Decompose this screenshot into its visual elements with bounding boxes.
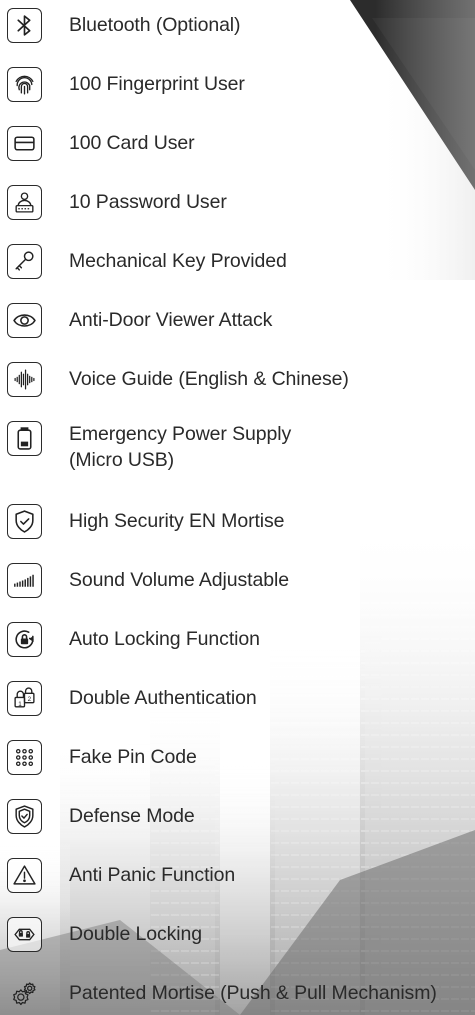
feature-label: High Security EN Mortise	[69, 510, 285, 533]
feature-label: Anti-Door Viewer Attack	[69, 309, 273, 332]
feature-label: Fake Pin Code	[69, 746, 197, 769]
feature-label: Emergency Power Supply (Micro USB)	[69, 421, 291, 474]
feature-label: Voice Guide (English & Chinese)	[69, 368, 349, 391]
battery-icon	[7, 421, 42, 456]
feature-password: 10 Password User	[7, 185, 227, 220]
feature-volume: Sound Volume Adjustable	[7, 563, 289, 598]
feature-fingerprint: 100 Fingerprint User	[7, 67, 245, 102]
feature-double-auth: 1 2 Double Authentication	[7, 681, 257, 716]
volume-bars-icon	[7, 563, 42, 598]
bluetooth-icon	[7, 8, 42, 43]
auto-lock-icon	[7, 622, 42, 657]
keypad-icon	[7, 740, 42, 775]
password-user-icon	[7, 185, 42, 220]
feature-voice-guide: Voice Guide (English & Chinese)	[7, 362, 349, 397]
feature-label: Anti Panic Function	[69, 864, 236, 887]
feature-anti-viewer: Anti-Door Viewer Attack	[7, 303, 272, 338]
feature-defense-mode: Defense Mode	[7, 799, 195, 834]
feature-label-line2: (Micro USB)	[69, 449, 175, 472]
feature-list: Bluetooth (Optional) 100 Fingerprint Use…	[0, 0, 475, 1015]
svg-text:2: 2	[28, 696, 32, 703]
feature-card: 100 Card User	[7, 126, 195, 161]
feature-label: Double Authentication	[69, 687, 257, 710]
feature-double-locking: Double Locking	[7, 917, 202, 952]
feature-high-security: High Security EN Mortise	[7, 504, 285, 539]
feature-anti-panic: Anti Panic Function	[7, 858, 235, 893]
feature-key: Mechanical Key Provided	[7, 244, 287, 279]
feature-label: Double Locking	[69, 923, 203, 946]
feature-label-line1: Emergency Power Supply	[69, 423, 292, 445]
feature-label: Sound Volume Adjustable	[69, 569, 289, 592]
key-icon	[7, 244, 42, 279]
feature-label: Auto Locking Function	[69, 628, 260, 651]
feature-label: Mechanical Key Provided	[69, 250, 287, 273]
warning-icon	[7, 858, 42, 893]
feature-label: Patented Mortise (Push & Pull Mechanism)	[69, 982, 437, 1005]
defense-shield-icon	[7, 799, 42, 834]
feature-label: Bluetooth (Optional)	[69, 14, 241, 37]
feature-bluetooth: Bluetooth (Optional)	[7, 8, 241, 43]
feature-label: Defense Mode	[69, 805, 195, 828]
feature-label: 100 Fingerprint User	[69, 73, 245, 96]
svg-text:1: 1	[18, 701, 22, 708]
shield-check-icon	[7, 504, 42, 539]
eye-icon	[7, 303, 42, 338]
feature-emergency-power: Emergency Power Supply (Micro USB)	[7, 421, 291, 474]
feature-patented-mortise: Patented Mortise (Push & Pull Mechanism)	[7, 976, 437, 1011]
feature-label: 100 Card User	[69, 132, 195, 155]
gears-icon	[7, 976, 42, 1011]
feature-label: 10 Password User	[69, 191, 227, 214]
feature-fake-pin: Fake Pin Code	[7, 740, 197, 775]
card-icon	[7, 126, 42, 161]
feature-auto-locking: Auto Locking Function	[7, 622, 260, 657]
double-lock-icon	[7, 917, 42, 952]
voice-waveform-icon	[7, 362, 42, 397]
fingerprint-icon	[7, 67, 42, 102]
double-auth-icon: 1 2	[7, 681, 42, 716]
